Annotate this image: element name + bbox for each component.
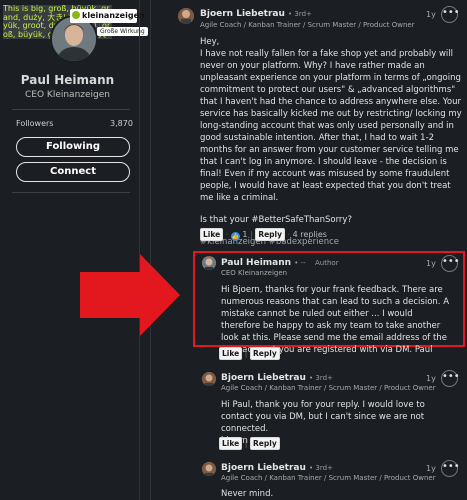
following-button[interactable]: Following [16,137,130,157]
post-time: 1y [426,10,436,19]
like-reaction-icon: 👍 [230,232,240,241]
reply3-more-icon[interactable]: ••• [441,460,460,477]
profile-title: CEO Kleinanzeigen [25,90,110,100]
post-text: I have not really fallen for a fake shop… [200,49,462,203]
bjoern-avatar[interactable] [178,8,194,24]
connect-button[interactable]: Connect [16,162,130,182]
reply2-headline: Agile Coach / Kanban Trainer / Scrum Mas… [221,384,436,392]
like-button[interactable]: Like [200,228,224,241]
reply3-time: 1y [426,464,436,473]
post-question: Is that your #BetterSafeThanSorry? [200,215,352,225]
post-body: Hey, I have not really fallen for a fake… [200,36,462,248]
reply1-author[interactable]: Paul Heimann • -- Author [221,258,339,268]
reply1-reply-button[interactable]: Reply [250,347,280,360]
reply1-more-icon[interactable]: ••• [441,255,460,272]
post-author[interactable]: Bjoern Liebetrau • 3rd+ [200,9,312,19]
reply2-actions: Like | Reply [219,437,280,451]
reply3-body: Never mind. [221,489,274,499]
reply1-headline: CEO Kleinanzeigen [221,269,288,277]
reply1-time: 1y [426,259,436,268]
reply1-actions: Like | Reply [219,347,280,361]
followers-count: 3,870 [110,119,133,128]
reply2-time: 1y [426,374,436,383]
column-divider [139,0,140,500]
reply1-like-button[interactable]: Like [219,347,243,360]
paul-avatar[interactable] [202,256,216,270]
post-author-headline: Agile Coach / Kanban Trainer / Scrum Mas… [200,21,415,29]
reply2-author[interactable]: Bjoern Liebetrau • 3rd+ [221,373,333,383]
red-arrow-icon [80,254,180,336]
reply2-like-button[interactable]: Like [219,437,243,450]
post-greeting: Hey, [200,37,220,47]
author-tag: Author [315,259,339,267]
reply1-body: Hi Bjoern, thanks for your frank feedbac… [221,285,450,355]
like-count: 1 [242,230,248,239]
reply2-reply-button[interactable]: Reply [250,437,280,450]
reply3-headline: Agile Coach / Kanban Trainer / Scrum Mas… [221,474,436,482]
divider [12,109,130,110]
bjoern-avatar[interactable] [202,372,216,386]
post-more-icon[interactable]: ••• [441,6,460,23]
reply2-text: Hi Paul, thank you for your reply. I wou… [221,400,425,434]
bjoern-avatar[interactable] [202,462,216,476]
brand-logo: kleinanzeigen [70,9,145,23]
divider [12,192,130,193]
reply-button[interactable]: Reply [255,228,286,241]
followers-label: Followers [16,119,54,128]
replies-count[interactable]: 4 replies [293,230,327,239]
profile-name[interactable]: Paul Heimann [0,73,135,87]
banner-badge: Große Wirkung [97,27,148,36]
post-actions: Like · 👍 1 | Reply · 4 replies [200,228,327,242]
reply2-more-icon[interactable]: ••• [441,370,460,387]
reply3-author[interactable]: Bjoern Liebetrau • 3rd+ [221,463,333,473]
